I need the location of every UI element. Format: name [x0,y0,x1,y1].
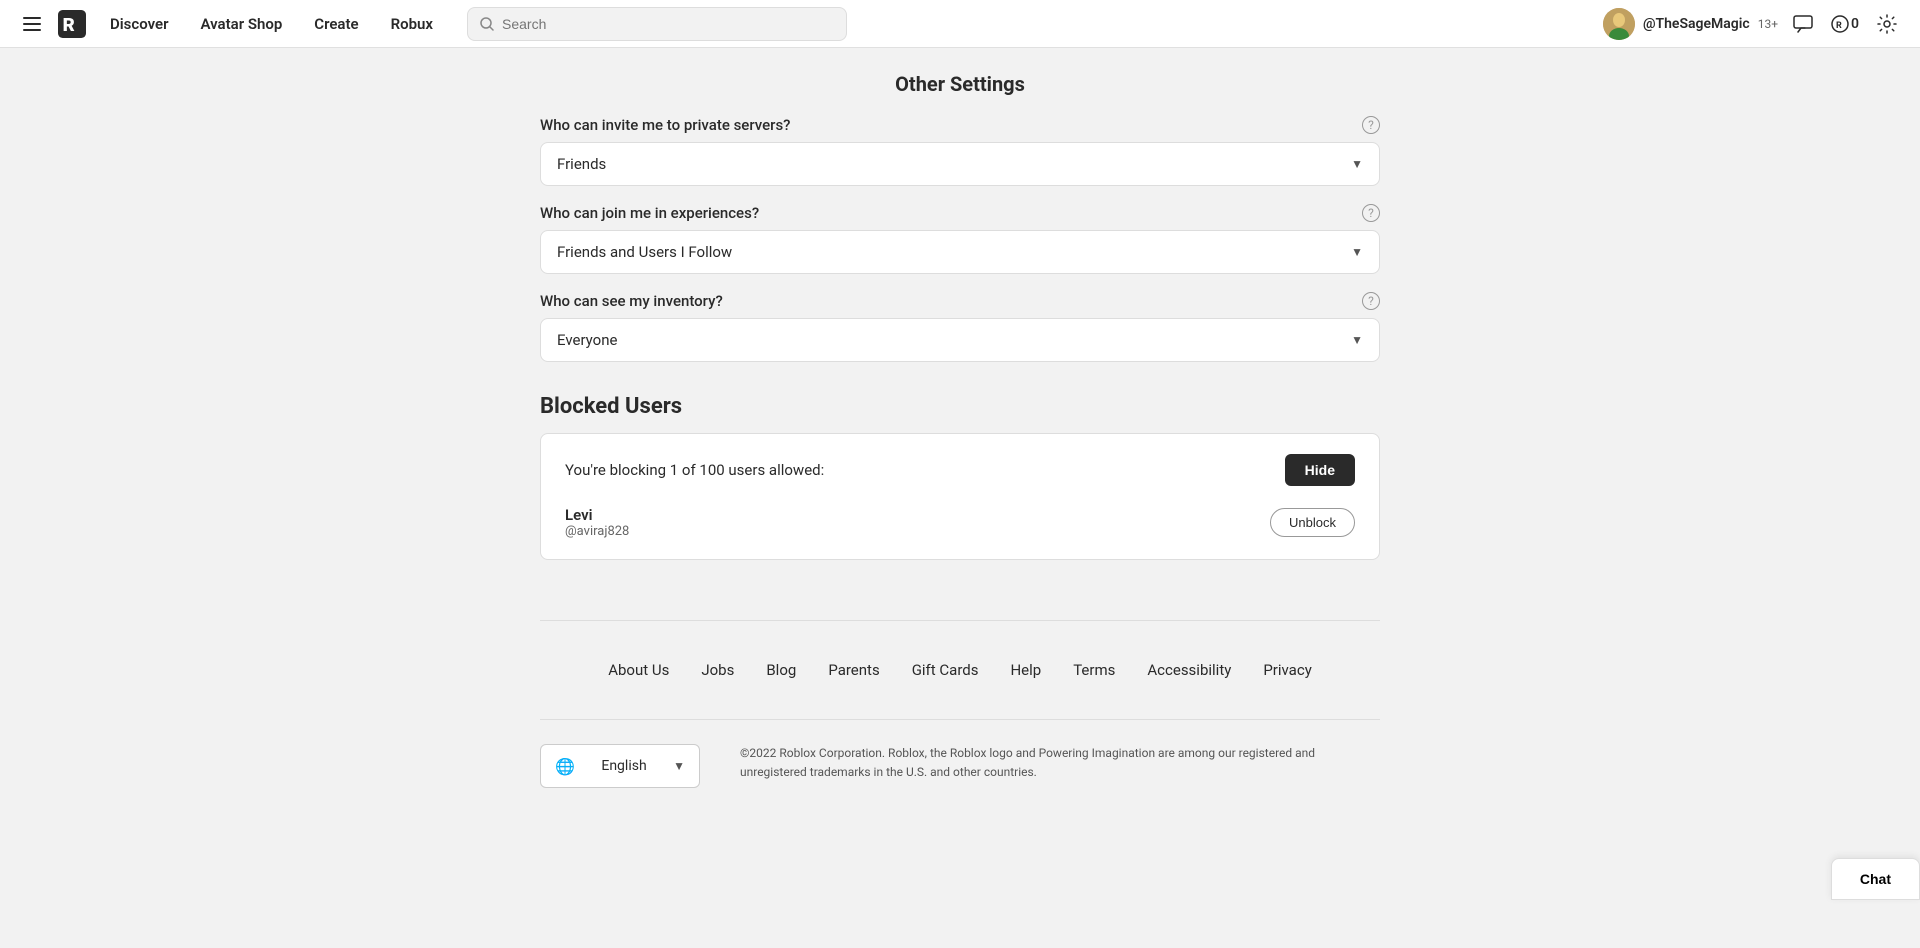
robux-count: 0 [1851,16,1859,32]
blocked-user-info: Levi @aviraj828 [565,506,1258,539]
footer: About Us Jobs Blog Parents Gift Cards He… [540,620,1380,812]
chat-icon [1793,15,1813,33]
join-experiences-value: Friends and Users I Follow [557,243,732,261]
inventory-label: Who can see my inventory? [540,292,723,310]
footer-link-parents[interactable]: Parents [828,661,879,679]
chat-icon-btn[interactable] [1786,7,1820,41]
chat-button[interactable]: Chat [1831,858,1920,900]
private-servers-select[interactable]: Friends ▼ [540,142,1380,186]
inventory-select[interactable]: Everyone ▼ [540,318,1380,362]
hide-button[interactable]: Hide [1285,454,1355,486]
nav-link-create[interactable]: Create [300,0,372,48]
blocked-header: You're blocking 1 of 100 users allowed: … [565,454,1355,486]
settings-icon [1877,14,1897,34]
private-servers-help-icon[interactable]: ? [1362,116,1380,134]
blocking-count-text: You're blocking 1 of 100 users allowed: [565,461,824,479]
footer-bottom: 🌐 English ▼ ©2022 Roblox Corporation. Ro… [540,719,1380,812]
nav-right: @TheSageMagic 13+ R 0 [1603,7,1904,41]
chevron-down-icon-2: ▼ [1351,245,1363,259]
footer-link-privacy[interactable]: Privacy [1263,661,1311,679]
svg-text:R: R [1836,21,1842,31]
footer-link-accessibility[interactable]: Accessibility [1147,661,1231,679]
footer-link-jobs[interactable]: Jobs [701,661,734,679]
lang-label: English [601,758,646,774]
globe-icon: 🌐 [555,757,575,776]
footer-link-help[interactable]: Help [1010,661,1041,679]
join-experiences-label: Who can join me in experiences? [540,204,759,222]
roblox-logo[interactable]: R [56,8,88,40]
nav-link-avatar-shop[interactable]: Avatar Shop [186,0,296,48]
private-servers-label-row: Who can invite me to private servers? ? [540,116,1380,134]
footer-link-blog[interactable]: Blog [766,661,796,679]
inventory-row: Who can see my inventory? ? Everyone ▼ [540,292,1380,362]
inventory-help-icon[interactable]: ? [1362,292,1380,310]
blocked-user-row: Levi @aviraj828 Unblock [565,506,1355,539]
search-icon [480,17,494,31]
blocked-user-handle: @aviraj828 [565,524,1258,539]
footer-link-terms[interactable]: Terms [1073,661,1115,679]
other-settings-heading: Other Settings [540,72,1380,96]
nav-link-robux[interactable]: Robux [377,0,447,48]
chevron-down-icon: ▼ [1351,157,1363,171]
robux-btn[interactable]: R 0 [1828,7,1862,41]
unblock-button[interactable]: Unblock [1270,508,1355,537]
footer-link-about-us[interactable]: About Us [608,661,669,679]
search-input[interactable] [502,16,834,32]
private-servers-value: Friends [557,155,606,173]
lang-chevron-icon: ▼ [673,759,685,773]
copyright-text: ©2022 Roblox Corporation. Roblox, the Ro… [740,744,1380,782]
inventory-value: Everyone [557,331,617,349]
avatar [1603,8,1635,40]
settings-btn[interactable] [1870,7,1904,41]
search-bar[interactable] [467,7,847,41]
join-experiences-label-row: Who can join me in experiences? ? [540,204,1380,222]
join-experiences-row: Who can join me in experiences? ? Friend… [540,204,1380,274]
footer-link-gift-cards[interactable]: Gift Cards [912,661,979,679]
language-selector[interactable]: 🌐 English ▼ [540,744,700,788]
join-experiences-help-icon[interactable]: ? [1362,204,1380,222]
blocked-users-heading: Blocked Users [540,394,1380,419]
robux-icon: R [1831,15,1849,33]
username-label: @TheSageMagic [1643,16,1750,32]
nav-link-discover[interactable]: Discover [96,0,182,48]
chevron-down-icon-3: ▼ [1351,333,1363,347]
inventory-label-row: Who can see my inventory? ? [540,292,1380,310]
settings-container: Other Settings Who can invite me to priv… [540,48,1380,872]
hamburger-menu[interactable] [16,8,48,40]
blocked-user-name: Levi [565,506,1258,524]
private-servers-row: Who can invite me to private servers? ? … [540,116,1380,186]
main-content: Other Settings Who can invite me to priv… [0,48,1920,872]
age-badge: 13+ [1758,17,1778,31]
navbar: R Discover Avatar Shop Create Robux @The… [0,0,1920,48]
join-experiences-select[interactable]: Friends and Users I Follow ▼ [540,230,1380,274]
private-servers-label: Who can invite me to private servers? [540,116,790,134]
footer-links: About Us Jobs Blog Parents Gift Cards He… [540,661,1380,679]
blocked-users-card: You're blocking 1 of 100 users allowed: … [540,433,1380,560]
svg-text:R: R [63,14,75,36]
